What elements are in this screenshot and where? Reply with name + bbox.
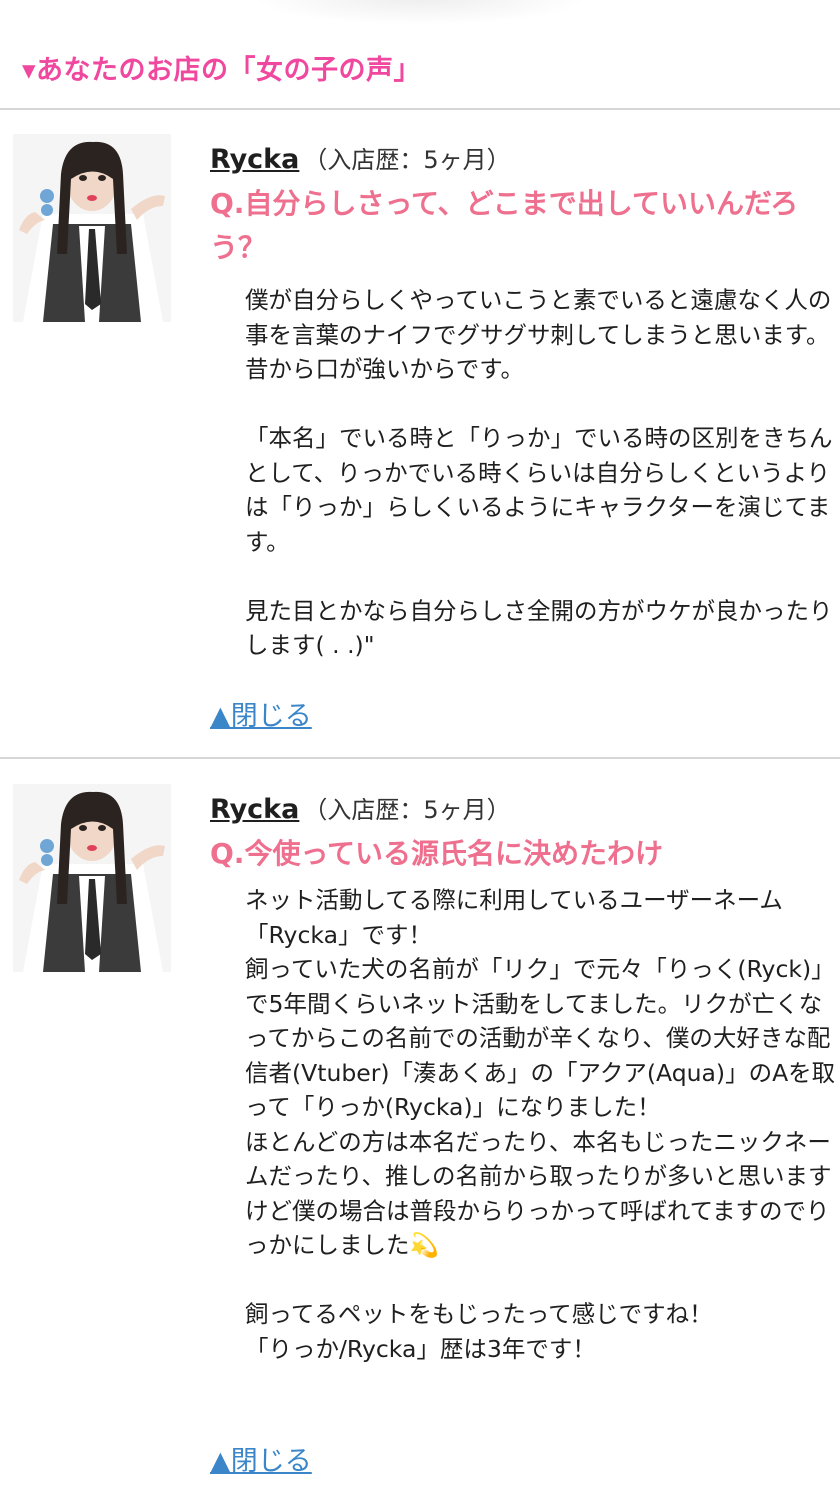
section-title: ▾あなたのお店の「女の子の声」 [22,55,422,86]
close-link[interactable]: ▲閉じる [210,694,312,733]
top-shadow [250,0,590,25]
answer-text: ネット活動してる際に利用しているユーザーネーム「Rycka」です！ 飼っていた犬… [245,886,836,1363]
author-line: Rycka （入店歴：5ヶ月） [210,140,511,175]
author-line: Rycka （入店歴：5ヶ月） [210,790,511,825]
close-link[interactable]: ▲閉じる [210,1439,312,1478]
divider [0,757,840,759]
tenure-text: （入店歴：5ヶ月） [303,796,511,824]
divider [0,108,840,110]
avatar [13,784,171,972]
question-title: Q.自分らしさって、どこまで出していいんだろう？ [210,187,799,264]
answer-text: 僕が自分らしくやっていこうと素でいると遠慮なく人の事を言葉のナイフでグサグサ刺し… [245,286,833,659]
author-name-link[interactable]: Rycka [210,794,299,825]
avatar [13,134,171,322]
question-title: Q.今使っている源氏名に決めたわけ [210,837,664,870]
author-name-link[interactable]: Rycka [210,144,299,175]
tenure-text: （入店歴：5ヶ月） [303,146,511,174]
